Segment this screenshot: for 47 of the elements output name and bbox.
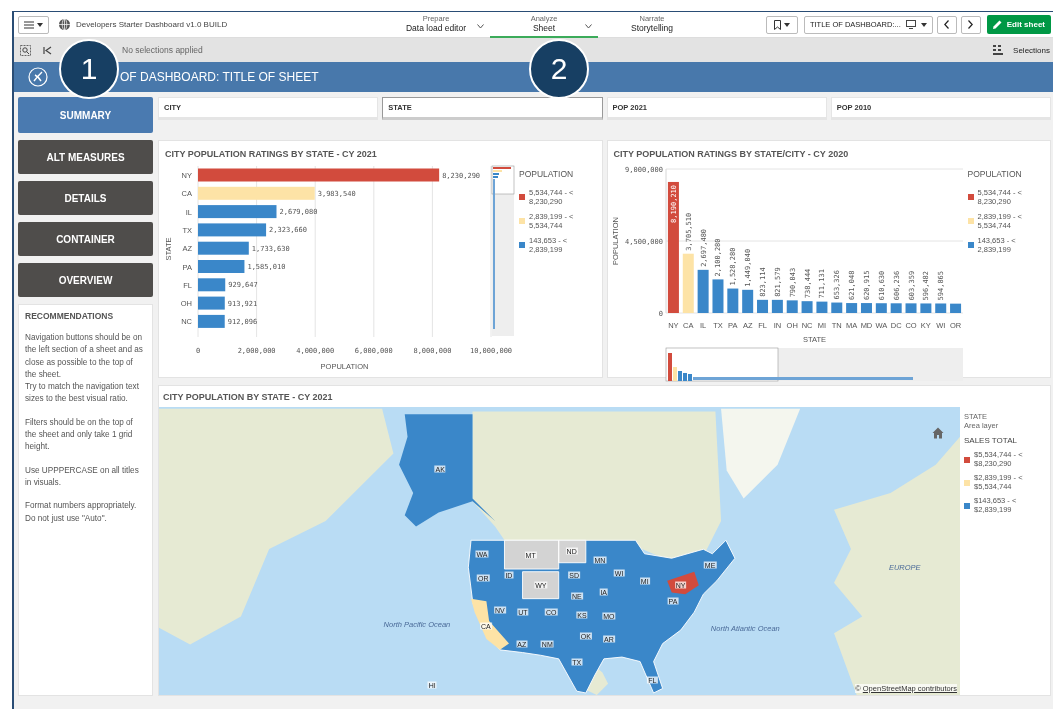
chart-title: CITY POPULATION BY STATE - CY 2021 <box>162 391 334 404</box>
recommendations-title: RECOMMENDATIONS <box>25 311 115 321</box>
sheet-nav-button[interactable]: SUMMARY <box>18 97 153 133</box>
chevron-down-icon[interactable] <box>477 23 484 29</box>
recommendation-text: Use UPPPERCASE on all titles in visuals. <box>25 464 140 489</box>
selections-button[interactable]: Selections <box>987 44 1053 56</box>
monitor-icon <box>905 20 916 29</box>
sheet-nav-button[interactable]: CONTAINER <box>18 222 153 256</box>
legend-title: POPULATION <box>519 169 575 179</box>
selection-lasso-icon[interactable] <box>20 44 31 56</box>
recommendation-text: Try to match the navigation text sizes to the best visual ratio. <box>25 381 140 406</box>
legend-title: POPULATION <box>967 169 1023 179</box>
sheet-title: OF DASHBOARD: TITLE OF SHEET <box>120 70 319 84</box>
caret-icon <box>37 22 43 27</box>
bookmark-icon <box>773 19 781 30</box>
grid-icon <box>993 45 1004 55</box>
home-icon[interactable] <box>932 427 944 439</box>
previous-button[interactable] <box>936 15 957 34</box>
edit-sheet-button[interactable]: Edit sheet <box>986 15 1051 34</box>
menu-button[interactable] <box>18 15 49 34</box>
chart-title: CITY POPULATION RATINGS BY STATE/CITY - CY 2020 <box>612 148 850 161</box>
selection-status: No selections applied <box>122 45 203 55</box>
recommendation-text: Format numbers appropriately. <box>25 500 138 513</box>
recommendation-text: Do not just use "Auto". <box>25 512 108 525</box>
scroll-overview-drawing[interactable] <box>491 165 515 336</box>
chevron-down-icon[interactable] <box>585 23 592 29</box>
pencil-icon <box>992 20 1002 29</box>
globe-icon <box>59 19 70 30</box>
sheet-nav-button[interactable]: DETAILS <box>18 181 153 215</box>
map-drawing[interactable] <box>159 407 960 695</box>
chevron-left-icon <box>944 20 950 29</box>
sheet-nav-button[interactable]: OVERVIEW <box>18 263 153 297</box>
emblem-icon <box>28 67 48 87</box>
caret-icon <box>920 22 927 27</box>
step-back-icon[interactable] <box>42 44 53 56</box>
next-button[interactable] <box>960 15 981 34</box>
recommendation-text: Filters should be on the top of the sheet and only take 1 grid height. <box>25 416 134 454</box>
chevron-right-icon <box>968 20 974 29</box>
app-title: Developers Starter Dashboard v1.0 BUILD <box>76 20 228 29</box>
menu-icon <box>24 20 34 29</box>
recommendation-text: Navigation buttons should be on the left section of a sheet and as close as possible to the top of the sheet. <box>25 332 144 381</box>
bookmark-button[interactable] <box>765 15 798 34</box>
sheet-nav-button[interactable]: ALT MEASURES <box>18 140 153 174</box>
chart-title: CITY POPULATION RATINGS BY STATE - CY 2021 <box>164 148 378 161</box>
scroll-overview-drawing[interactable] <box>665 347 963 382</box>
caret-icon <box>783 22 790 27</box>
legend-title: SALES TOTAL <box>964 436 1018 445</box>
